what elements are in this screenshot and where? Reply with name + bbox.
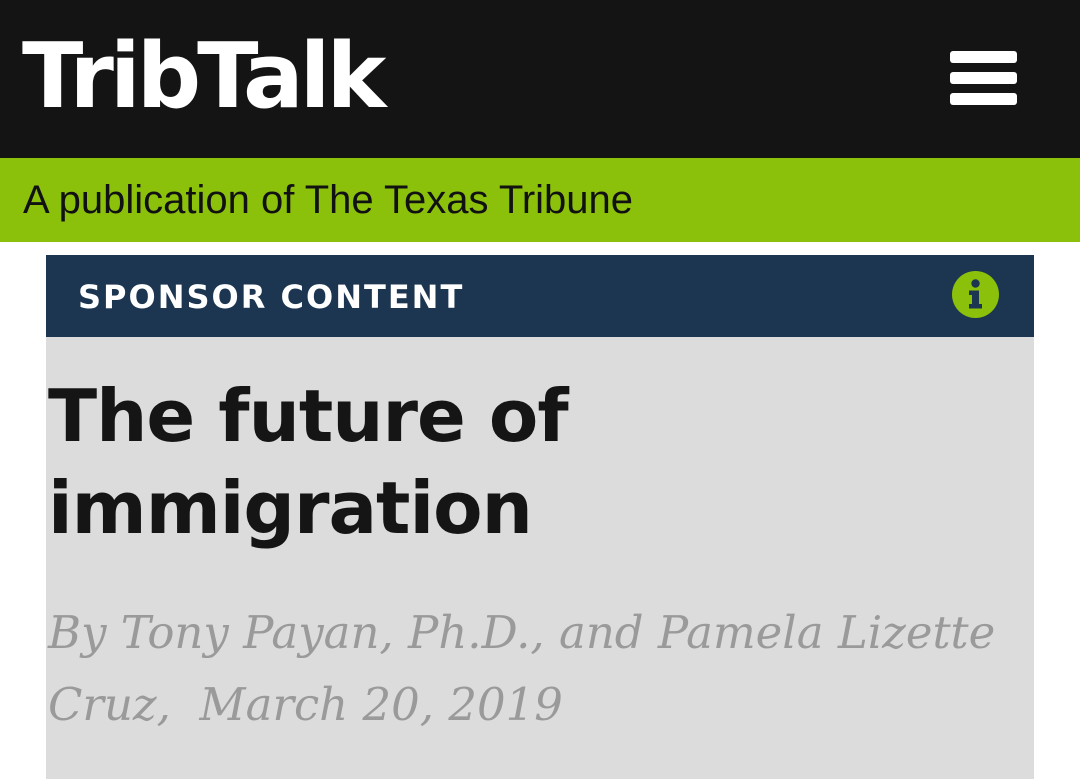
page: TribTalk A publication of The Texas Trib… [0, 0, 1080, 779]
sponsor-content-bar: SPONSOR CONTENT [46, 255, 1034, 337]
article-title: The future of immigration [48, 374, 569, 550]
info-icon[interactable] [952, 271, 999, 318]
publication-tagline[interactable]: A publication of The Texas Tribune [23, 176, 633, 224]
sponsor-content-label: SPONSOR CONTENT [78, 278, 465, 316]
article-card: SPONSOR CONTENT The future of immigratio… [46, 255, 1034, 779]
tribtalk-logo[interactable]: TribTalk [22, 22, 386, 132]
site-header: TribTalk [0, 0, 1080, 158]
article-byline: By Tony Payan, Ph.D., and Pamela Lizette… [48, 597, 1008, 741]
info-icon-glyph [969, 279, 982, 309]
menu-icon-bar [950, 93, 1017, 105]
byline-date: March 20, 2019 [199, 678, 563, 731]
hamburger-menu-icon[interactable] [943, 44, 1025, 114]
menu-icon-bar [950, 72, 1017, 84]
menu-icon-bar [950, 51, 1017, 63]
tagline-bar: A publication of The Texas Tribune [0, 158, 1080, 242]
